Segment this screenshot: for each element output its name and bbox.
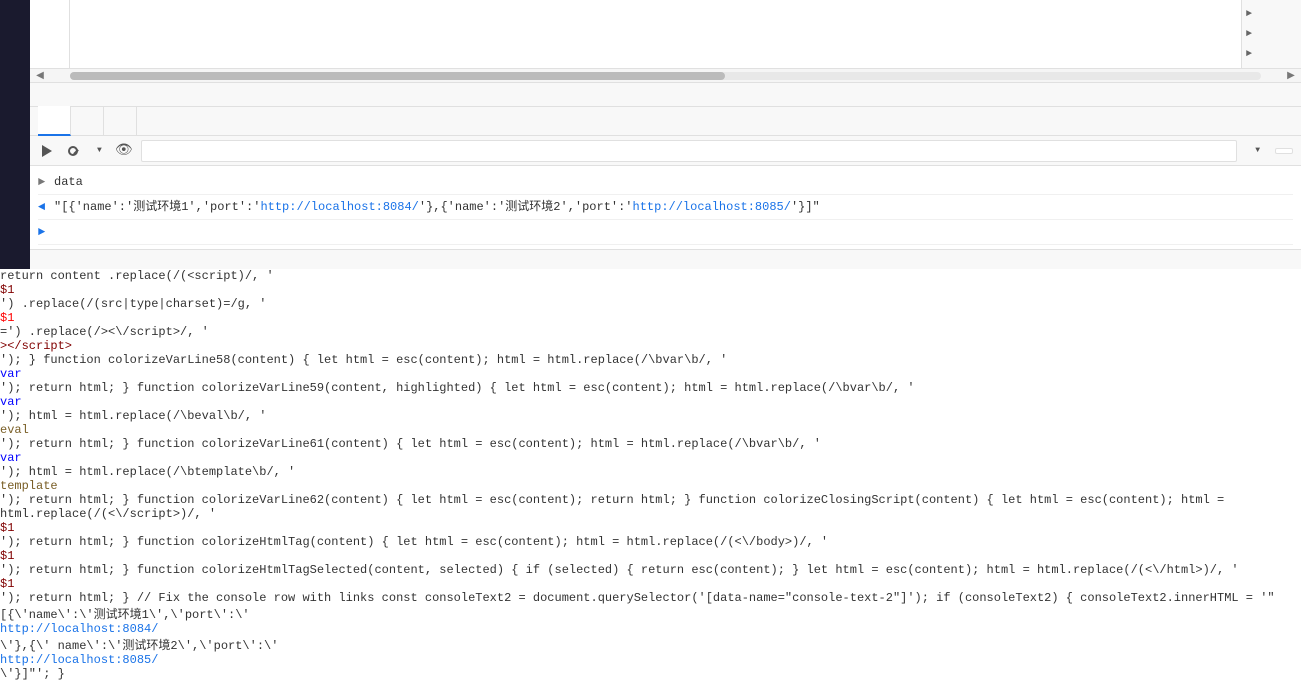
- prompt-arrow[interactable]: ►: [38, 222, 50, 242]
- default-levels-button[interactable]: ▼: [1245, 143, 1267, 158]
- scroll-nav-left: ◀: [30, 69, 50, 83]
- console-text-2: "[{'name':'测试环境1','port':'http://localho…: [54, 197, 820, 217]
- tab-console[interactable]: [38, 106, 71, 136]
- left-thumbnail-panel: [0, 0, 30, 269]
- devtools-window: ► ► ► ◀: [0, 0, 1301, 269]
- execute-button[interactable]: [38, 142, 56, 160]
- devtools-main: ► ► ► ◀: [30, 0, 1301, 269]
- console-toolbar: ▼ 👁 ▼: [30, 136, 1301, 166]
- status-bar: [30, 82, 1301, 106]
- line-numbers: [30, 0, 70, 68]
- levels-chevron-icon: ▼: [1255, 146, 1260, 155]
- console-output: ► data ◄ "[{'name':'测试环境1','port':'http:…: [30, 166, 1301, 249]
- console-row-value: ◄ "[{'name':'测试环境1','port':'http://local…: [38, 195, 1293, 220]
- right-panel-item-csp: ►: [1246, 44, 1297, 64]
- scroll-nav-right: ▶: [1281, 69, 1301, 83]
- expand-arrow-2[interactable]: ◄: [38, 197, 50, 217]
- filter-input[interactable]: [141, 140, 1238, 162]
- console-row-data: ► data: [38, 170, 1293, 195]
- scrollbar-thumb: [70, 72, 725, 80]
- console-text-1: data: [54, 172, 83, 192]
- right-panel-item-global: ►: [1246, 4, 1297, 24]
- tab-issues[interactable]: [104, 106, 137, 136]
- url-bar: [30, 249, 1301, 269]
- eye-icon[interactable]: 👁: [115, 142, 133, 159]
- scroll-right-button[interactable]: ▶: [1281, 69, 1301, 83]
- scroll-left-button[interactable]: ◀: [30, 69, 50, 83]
- horizontal-scrollbar-area: ◀ ▶: [30, 68, 1301, 82]
- chevron-right-icon: ►: [1246, 9, 1252, 20]
- right-panel-item-event: ►: [1246, 24, 1297, 44]
- context-selector[interactable]: ▼: [90, 144, 107, 157]
- expand-arrow-1[interactable]: ►: [38, 172, 50, 192]
- no-issues-button[interactable]: [1275, 148, 1293, 154]
- chevron-right-icon-3: ►: [1246, 49, 1252, 60]
- horizontal-scrollbar[interactable]: [70, 72, 1261, 80]
- context-chevron-icon: ▼: [97, 146, 102, 155]
- execute-icon: [42, 145, 52, 157]
- console-row-prompt: ►: [38, 220, 1293, 245]
- tabs-bar: [30, 106, 1301, 136]
- stop-button[interactable]: [64, 142, 82, 160]
- code-lines[interactable]: [70, 0, 1241, 68]
- chevron-right-icon-2: ►: [1246, 29, 1252, 40]
- tab-whats-new[interactable]: [71, 106, 104, 136]
- code-area: ► ► ►: [30, 0, 1301, 68]
- main-split: ► ► ► ◀: [0, 0, 1301, 269]
- stop-icon: [68, 146, 78, 156]
- right-panel: ► ► ►: [1241, 0, 1301, 68]
